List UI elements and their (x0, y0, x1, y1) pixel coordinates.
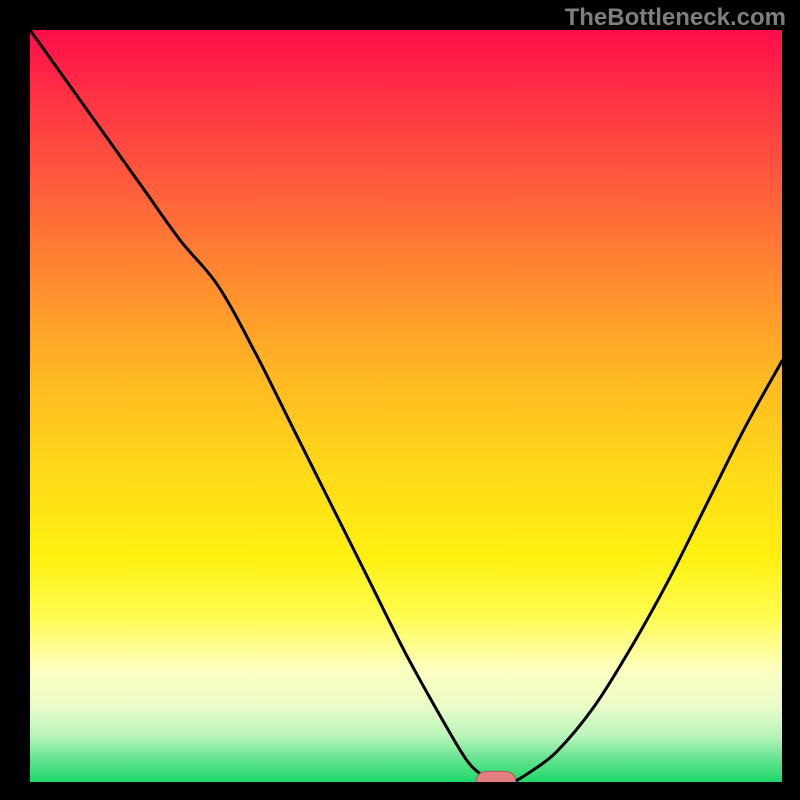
chart-frame: TheBottleneck.com (0, 0, 800, 800)
bottleneck-curve-path (30, 30, 782, 782)
optimal-marker (476, 771, 516, 782)
bottleneck-curve (30, 30, 782, 782)
plot-area (30, 30, 782, 782)
watermark-text: TheBottleneck.com (565, 4, 786, 32)
